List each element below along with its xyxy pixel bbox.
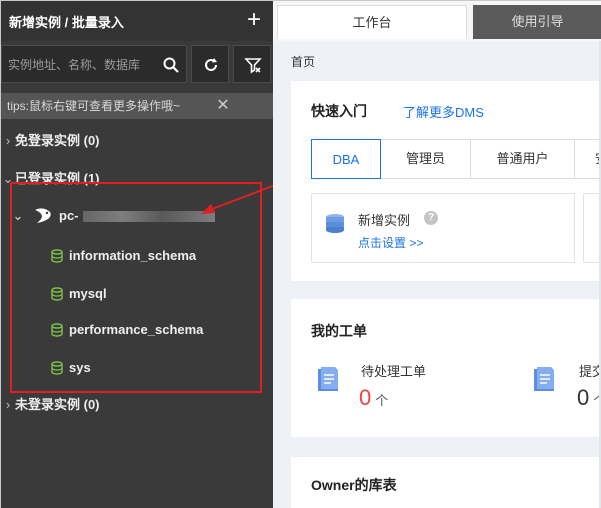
owner-tables-title: Owner的库表 — [311, 477, 397, 493]
add-instance-button[interactable]: + — [243, 7, 265, 33]
quick-start-card: 快速入门 了解更多DMS DBA 管理员 普通用户 安 新增实例 ? 点击设置 … — [291, 81, 601, 281]
database-name: sys — [69, 360, 91, 375]
close-icon[interactable]: ✕ — [215, 93, 231, 119]
setup-link[interactable]: 点击设置 >> — [358, 234, 423, 251]
search-box — [1, 45, 187, 83]
pending-count-value: 0 — [359, 385, 372, 410]
new-instance-step: 新增实例 ? 点击设置 >> — [311, 193, 575, 263]
filter-button[interactable] — [233, 45, 271, 83]
quick-start-title: 快速入门 — [311, 103, 367, 119]
tickets-title: 我的工单 — [311, 323, 367, 339]
my-tickets-card: 我的工单 待处理工单 0个 提交 0个 — [291, 299, 601, 437]
group-free-login[interactable]: › 免登录实例 (0) — [1, 129, 100, 153]
refresh-button[interactable] — [191, 45, 229, 83]
ticket-icon — [318, 367, 338, 391]
database-stack-icon — [326, 214, 344, 233]
database-icon — [51, 323, 63, 337]
tab-normal-user[interactable]: 普通用户 — [471, 139, 575, 179]
tab-bar: 工作台 使用引导 — [273, 1, 601, 41]
main-panel: 工作台 使用引导 首页 快速入门 了解更多DMS DBA 管理员 普通用户 安 … — [273, 1, 601, 508]
search-input[interactable] — [8, 55, 156, 75]
database-name: mysql — [69, 286, 107, 301]
chevron-down-icon: ⌄ — [12, 208, 24, 223]
owner-tables-card: Owner的库表 — [291, 457, 601, 508]
learn-more-link[interactable]: 了解更多DMS — [403, 102, 484, 121]
tab-admin[interactable]: 管理员 — [381, 139, 471, 179]
search-icon[interactable] — [162, 56, 180, 74]
database-name: information_schema — [69, 248, 197, 263]
tab-guide[interactable]: 使用引导 — [473, 5, 601, 39]
pending-tickets-label: 待处理工单 — [361, 364, 427, 379]
role-tabs: DBA 管理员 普通用户 安 — [311, 139, 601, 179]
sidebar-header: 新增实例 / 批量录入 + — [1, 1, 273, 41]
tips-text: tips:鼠标右键可查看更多操作哦~ — [7, 99, 181, 113]
filter-icon — [244, 58, 262, 74]
ticket-icon — [534, 367, 554, 391]
group-unlogged-label: 未登录实例 (0) — [15, 397, 100, 412]
database-icon — [51, 287, 63, 301]
tips-bar: tips:鼠标右键可查看更多操作哦~ ✕ — [1, 93, 273, 119]
group-free-label: 免登录实例 (0) — [15, 133, 100, 148]
submitted-count-value: 0 — [577, 385, 590, 410]
annotation-arrow-icon — [201, 184, 276, 214]
search-row — [1, 45, 273, 83]
submitted-tickets-label: 提交 — [579, 364, 601, 379]
new-instance-label: 新增实例 — [358, 213, 411, 228]
help-icon[interactable]: ? — [424, 211, 438, 225]
database-icon — [51, 249, 63, 263]
instance-name: pc- — [59, 208, 79, 223]
tab-security[interactable]: 安 — [575, 139, 601, 179]
submitted-tickets-count[interactable]: 0个 — [577, 385, 601, 411]
database-name: performance_schema — [69, 322, 204, 337]
tab-dba[interactable]: DBA — [311, 139, 381, 179]
database-icon — [51, 361, 63, 375]
breadcrumb[interactable]: 首页 — [291, 53, 315, 70]
pending-count-unit: 个 — [375, 393, 389, 408]
group-not-logged-in[interactable]: › 未登录实例 (0) — [1, 393, 100, 417]
tab-workbench[interactable]: 工作台 — [277, 5, 467, 39]
chevron-right-icon: › — [5, 397, 11, 412]
refresh-icon — [205, 58, 217, 71]
chevron-right-icon: › — [5, 133, 11, 148]
instance-sidebar: 新增实例 / 批量录入 + tips:鼠标右键可查看更多操作哦~ — [1, 1, 276, 508]
pending-tickets-count[interactable]: 0个 — [359, 385, 388, 411]
mysql-instance-icon — [35, 208, 51, 223]
add-instance-link[interactable]: 新增实例 / 批量录入 — [9, 12, 124, 31]
